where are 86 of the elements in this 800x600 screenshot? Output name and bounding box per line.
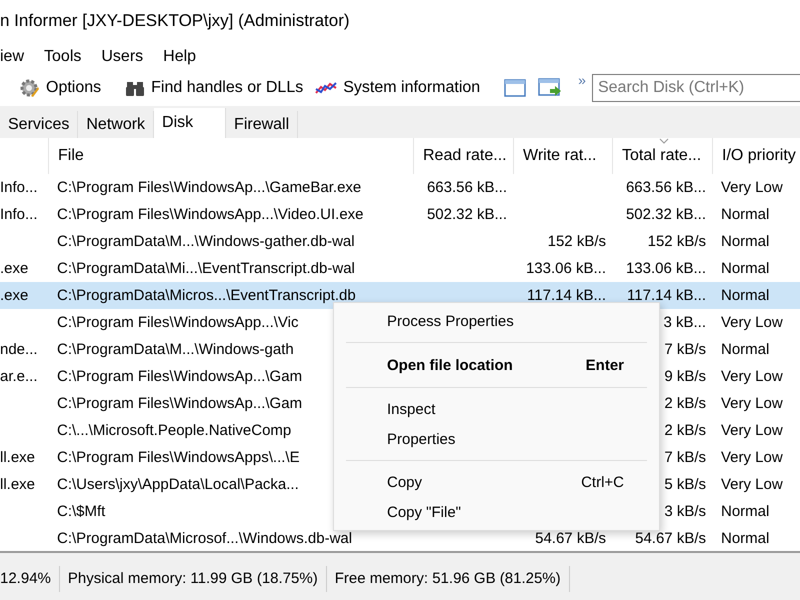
- table-cell: Info...: [0, 206, 38, 223]
- line-chart-icon: [315, 80, 338, 96]
- status-text: 12.94%: [0, 566, 60, 592]
- menu-item[interactable]: Properties: [334, 424, 659, 454]
- table-cell: C:\Program Files\WindowsAp...\Gam: [57, 368, 302, 385]
- table-cell: 2 kB/s: [664, 395, 706, 412]
- table-cell: 152 kB/s: [648, 233, 706, 250]
- column-header[interactable]: File: [48, 138, 413, 174]
- table-cell: C:\ProgramData\Micros...\EventTranscript.db: [57, 287, 356, 304]
- table-cell: Normal: [721, 206, 770, 223]
- table-cell: C:\Users\jxy\AppData\Local\Packa...: [57, 476, 299, 493]
- table-cell: 502.32 kB...: [426, 206, 507, 223]
- table-cell: Normal: [721, 530, 770, 547]
- table-cell: 2 kB/s: [664, 422, 706, 439]
- column-header[interactable]: I/O priority: [712, 138, 800, 174]
- table-cell: C:\Program Files\WindowsApp...\Vic: [57, 314, 298, 331]
- menu-item[interactable]: Copy Ctrl+C: [334, 467, 659, 497]
- table-cell: 9 kB/s: [664, 368, 706, 385]
- toolbar-button[interactable]: Find handles or DLLs: [119, 74, 310, 102]
- column-header[interactable]: Read rate...: [413, 138, 513, 174]
- window-title: n Informer [JXY-DESKTOP\jxy] (Administrator): [0, 11, 350, 31]
- menu-item[interactable]: Inspect: [334, 394, 659, 424]
- table-cell: C:\Program Files\WindowsApp...\Video.UI.exe: [57, 206, 364, 223]
- table-cell: 117.14 kB...: [627, 287, 706, 304]
- table-cell: 117.14 kB...: [527, 287, 606, 304]
- table-cell: 152 kB/s: [548, 233, 606, 250]
- menu-item[interactable]: Copy "File": [334, 497, 659, 527]
- table-cell: 3 kB...: [663, 314, 706, 331]
- binoculars-icon: [125, 79, 146, 97]
- menu-item[interactable]: Process Properties: [334, 306, 659, 336]
- tab[interactable]: Disk: [154, 108, 226, 138]
- table-cell: Very Low: [721, 449, 783, 466]
- table-cell: Info...: [0, 179, 38, 196]
- table-cell: 54.67 kB/s: [535, 530, 606, 547]
- table-cell: Very Low: [721, 314, 783, 331]
- table-cell: 663.56 kB...: [626, 179, 706, 196]
- search-field[interactable]: Search Disk (Ctrl+K): [592, 74, 800, 102]
- toolbar-button[interactable]: Options: [12, 74, 108, 102]
- table-cell: C:\...\Microsoft.People.NativeComp: [57, 422, 292, 439]
- table-cell: C:\Program Files\WindowsAp...\Gam: [57, 395, 302, 412]
- table-cell: Normal: [721, 503, 770, 520]
- table-cell: 7 kB/s: [664, 449, 706, 466]
- table-cell: 663.56 kB...: [426, 179, 507, 196]
- table-cell: 54.67 kB/s: [635, 530, 706, 547]
- gear-icon: [18, 77, 40, 99]
- table-cell: 7 kB/s: [664, 341, 706, 358]
- table-cell: ll.exe: [0, 476, 36, 493]
- table-cell: 133.06 kB...: [526, 260, 606, 277]
- table-cell: Very Low: [721, 395, 783, 412]
- overflow-chevron[interactable]: »: [578, 72, 586, 88]
- table-cell: .exe: [0, 287, 28, 304]
- table-cell: nde...: [0, 341, 38, 358]
- column-header[interactable]: Total rate...: [612, 138, 712, 174]
- table-cell: C:\$Mft: [57, 503, 106, 520]
- menu-item[interactable]: Help: [153, 48, 206, 66]
- table-cell: Normal: [721, 287, 770, 304]
- table-cell: ll.exe: [0, 449, 36, 466]
- table-cell: Normal: [721, 341, 770, 358]
- status-text: Physical memory: 11.99 GB (18.75%): [60, 566, 327, 592]
- table-cell: Normal: [721, 233, 770, 250]
- status-text: Free memory: 51.96 GB (81.25%): [326, 566, 570, 592]
- table-cell: 502.32 kB...: [626, 206, 706, 223]
- sort-caret-icon: [659, 138, 669, 144]
- menu-item[interactable]: iew: [0, 48, 34, 66]
- table-cell: C:\Program Files\WindowsAp...\GameBar.exe: [57, 179, 362, 196]
- menu-item[interactable]: Tools: [34, 48, 92, 66]
- table-cell: C:\ProgramData\Mi...\EventTranscript.db-wal: [57, 260, 355, 277]
- toolbar-button[interactable]: System information: [309, 74, 486, 102]
- menu-item[interactable]: Open file location Enter: [334, 349, 659, 381]
- table-cell: Very Low: [721, 422, 783, 439]
- table-cell: C:\ProgramData\Microsof...\Windows.db-wal: [57, 530, 352, 547]
- menu-item[interactable]: Users: [91, 48, 154, 66]
- table-cell: Very Low: [721, 476, 783, 493]
- table-cell: C:\ProgramData\M...\Windows-gath: [57, 341, 294, 358]
- table-cell: Very Low: [721, 368, 783, 385]
- table-cell: C:\ProgramData\M...\Windows-gather.db-wal: [57, 233, 355, 250]
- table-cell: .exe: [0, 260, 28, 277]
- column-header[interactable]: Write rat...: [513, 138, 612, 174]
- table-cell: Normal: [721, 260, 770, 277]
- table-cell: 5 kB/s: [664, 476, 706, 493]
- table-cell: Very Low: [721, 179, 783, 196]
- table-cell: 3 kB/s: [664, 503, 706, 520]
- table-cell: ar.e...: [0, 368, 38, 385]
- table-cell: C:\Program Files\WindowsApps\...\E: [57, 449, 300, 466]
- table-cell: 133.06 kB...: [626, 260, 706, 277]
- window-icon: [504, 79, 526, 97]
